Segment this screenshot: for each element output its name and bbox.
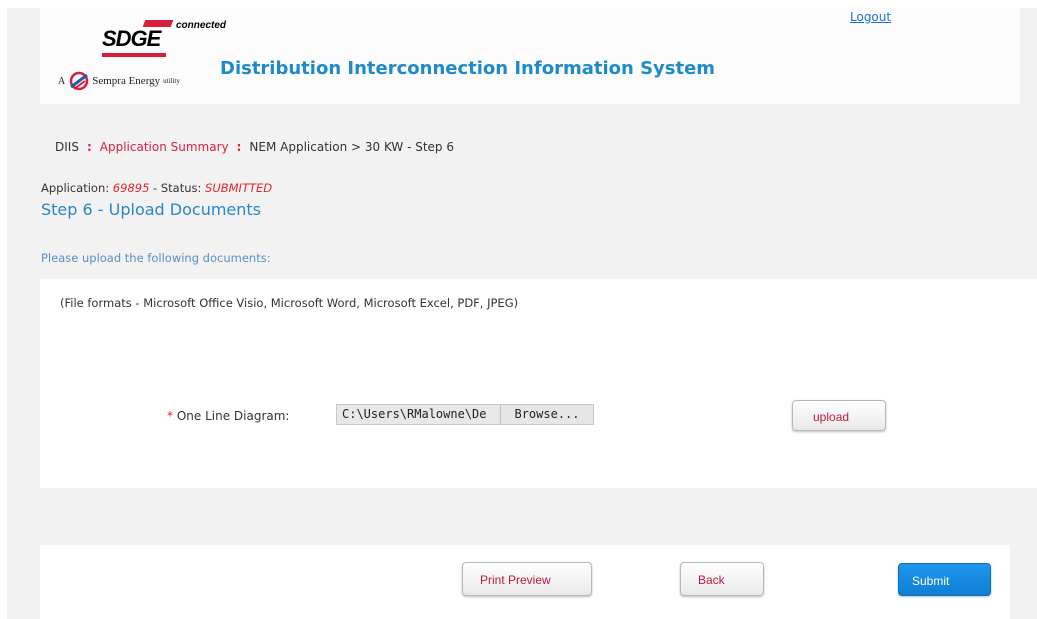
file-path-value[interactable]: C:\Users\RMalowne\De [337, 405, 500, 424]
breadcrumb: DIIS : Application Summary : NEM Applica… [55, 140, 454, 154]
upload-panel: (File formats - Microsoft Office Visio, … [40, 279, 1037, 488]
status-value: SUBMITTED [205, 181, 273, 195]
logo-tagline: connected [176, 20, 227, 31]
breadcrumb-separator-icon: : [86, 140, 92, 154]
parent-company-logo: A Sempra Energy utility [58, 70, 180, 92]
status-label: - Status: [153, 181, 202, 195]
application-number: 69895 [112, 181, 150, 195]
one-line-diagram-file-input[interactable]: C:\Users\RMalowne\De Browse... [336, 404, 594, 425]
logo-underline [102, 53, 166, 57]
submit-button[interactable]: Submit [898, 563, 991, 596]
sempra-flame-icon [69, 71, 89, 91]
field-label-text: One Line Diagram: [176, 409, 290, 423]
logo-brand: SDGE [102, 26, 161, 51]
step-title: Step 6 - Upload Documents [41, 200, 262, 219]
upload-instructions: Please upload the following documents: [41, 251, 271, 265]
application-status: Application: 69895 - Status: SUBMITTED [41, 181, 272, 195]
upload-button[interactable]: upload [792, 400, 886, 431]
header: SDGE connected A Sempra Energy utility D… [40, 8, 1020, 104]
one-line-diagram-label: * One Line Diagram: [167, 409, 289, 423]
breadcrumb-root[interactable]: DIIS [55, 140, 79, 154]
application-label: Application: [41, 181, 110, 195]
logout-link[interactable]: Logout [850, 10, 891, 24]
breadcrumb-current: NEM Application > 30 KW - Step 6 [249, 140, 455, 154]
sdge-logo: SDGE connected A Sempra Energy utility [58, 20, 226, 100]
app-title: Distribution Interconnection Information… [220, 58, 716, 79]
print-preview-button[interactable]: Print Preview [462, 562, 592, 596]
parent-suffix: utility [163, 77, 180, 85]
file-formats-note: (File formats - Microsoft Office Visio, … [60, 296, 519, 310]
breadcrumb-application-summary[interactable]: Application Summary [100, 140, 229, 154]
parent-prefix: A [58, 75, 66, 87]
footer-actions: Print Preview Back Submit [40, 545, 1010, 619]
parent-name: Sempra Energy [92, 75, 161, 87]
required-marker: * [167, 409, 173, 423]
breadcrumb-separator-icon: : [236, 140, 242, 154]
browse-button[interactable]: Browse... [500, 405, 593, 424]
back-button[interactable]: Back [680, 562, 764, 596]
